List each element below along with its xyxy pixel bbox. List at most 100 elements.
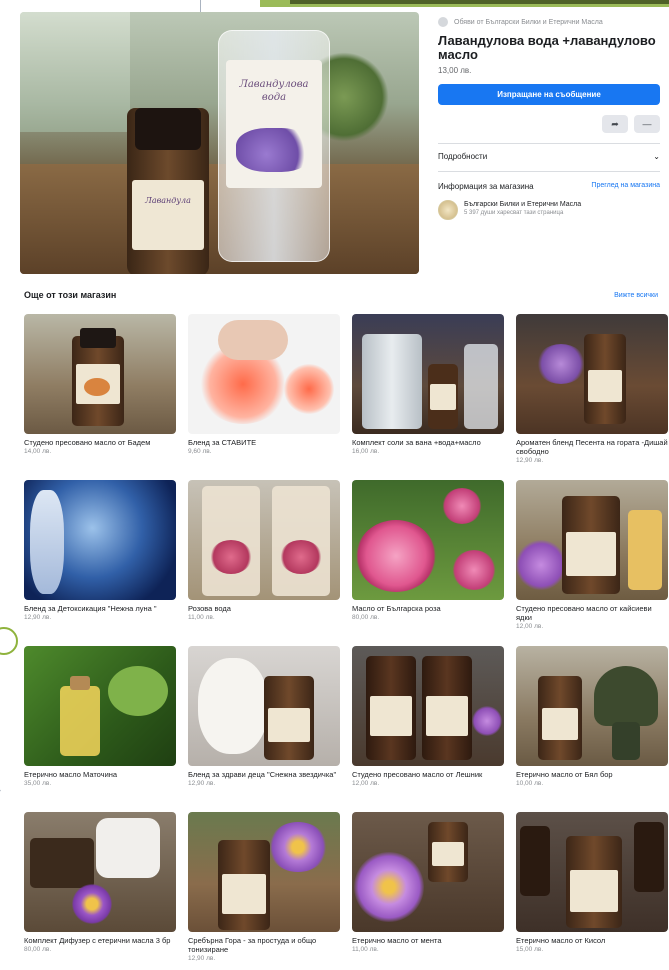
thumb-flower	[536, 344, 586, 384]
product-card-price: 14,00 лв.	[24, 448, 52, 455]
slide-decoration-line	[0, 789, 1, 824]
product-thumbnail	[188, 812, 340, 932]
thumb-jar	[362, 334, 422, 429]
thumb-gift-box	[30, 838, 94, 888]
product-card-price: 12,00 лв.	[352, 780, 380, 787]
product-card[interactable]: Бленд за Детоксикация "Нежна луна " 12,9…	[24, 480, 176, 646]
slide-accent-bar-dark	[290, 0, 669, 4]
product-card-title: Комплект Дифузер с етерични масла 3 бр	[24, 936, 171, 945]
product-card-price: 35,00 лв.	[24, 780, 52, 787]
product-card[interactable]: Етерично масло от Бял бор 10,00 лв.	[516, 646, 668, 812]
product-card-price: 12,90 лв.	[188, 955, 216, 962]
product-card[interactable]: Бленд за здрави деца "Снежна звездичка" …	[188, 646, 340, 812]
see-all-link[interactable]: Вижте всички	[614, 292, 658, 299]
thumb-moon-figure	[30, 490, 64, 594]
thumb-leaf	[108, 666, 168, 716]
thumb-vial	[60, 686, 100, 756]
thumb-rose	[442, 488, 482, 524]
breadcrumb[interactable]: Обяви от Български Билки и Етерични Масл…	[438, 16, 660, 28]
product-card-title: Етерично масло от Кисол	[516, 936, 606, 945]
send-message-button[interactable]: Изпращане на съобщение	[438, 84, 660, 105]
seller-avatar	[438, 200, 458, 220]
product-thumbnail	[352, 314, 504, 434]
product-thumbnail	[188, 480, 340, 600]
product-card-price: 11,00 лв.	[352, 946, 379, 953]
product-thumbnail	[516, 646, 668, 766]
oil-bottle-cap	[135, 108, 201, 150]
product-card[interactable]: Етерично масло Маточина 35,00 лв.	[24, 646, 176, 812]
details-label: Подробности	[438, 152, 488, 161]
thumb-toy	[198, 658, 268, 754]
seller-info-label: Информация за магазина	[438, 182, 534, 191]
thumb-bottle-label	[430, 384, 456, 410]
product-card[interactable]: Комплект соли за вана +вода+масло 16,00 …	[352, 314, 504, 480]
oil-bottle-label	[132, 180, 204, 250]
spray-bottle-label-text: Лавандулова вода	[239, 79, 309, 103]
photo-window	[20, 12, 130, 132]
thumb-bottle-cap	[80, 328, 116, 348]
product-thumbnail	[352, 480, 504, 600]
more-from-store-heading: Още от този магазин	[24, 290, 117, 300]
thumb-flower	[72, 884, 112, 924]
product-card-title: Розова вода	[188, 604, 231, 613]
product-thumbnail	[24, 646, 176, 766]
product-card[interactable]: Етерично масло от Кисол 15,00 лв.	[516, 812, 668, 970]
details-row[interactable]: Подробности ⌄	[438, 152, 660, 161]
product-thumbnail	[24, 314, 176, 434]
product-card-price: 10,00 лв.	[516, 780, 544, 787]
action-icons: ➦ —	[438, 115, 660, 133]
product-thumbnail	[516, 812, 668, 932]
product-card[interactable]: Ароматен бленд Песента на гората -Дишай …	[516, 314, 668, 480]
product-card-title: Етерично масло от мента	[352, 936, 442, 945]
product-card-title: Сребърна Гора - за простуда и общо тониз…	[188, 936, 317, 954]
thumb-bottle-label	[570, 870, 618, 912]
thumb-bottle-label	[566, 532, 616, 576]
thumb-spray	[464, 344, 498, 429]
thumb-flower	[472, 706, 502, 736]
product-card[interactable]: Студено пресовано масло от кайсиеви ядки…	[516, 480, 668, 646]
more-from-store-header: Още от този магазин Вижте всички	[24, 290, 658, 300]
product-card-price: 12,00 лв.	[516, 623, 544, 630]
thumb-rose	[452, 550, 496, 590]
share-icon[interactable]: ➦	[602, 115, 628, 133]
product-card[interactable]: Сребърна Гора - за простуда и общо тониз…	[188, 812, 340, 970]
product-card-title: Студено пресовано масло от Лешник	[352, 770, 483, 779]
product-photo[interactable]: Лавандулова вода Лавандула	[20, 12, 419, 274]
product-card-price: 80,00 лв.	[24, 946, 52, 953]
product-card-title: Бленд за СТАВИТЕ	[188, 438, 257, 447]
product-card-price: 9,60 лв.	[188, 448, 212, 455]
thumb-bottle	[634, 822, 664, 892]
seller-card[interactable]: Български Билки и Етерични Масла 5 397 д…	[438, 200, 660, 220]
thumb-almond	[84, 378, 110, 396]
product-card-title: Масло от Българска роза	[352, 604, 441, 613]
product-card-title: Етерично масло Маточина	[24, 770, 118, 779]
divider	[438, 143, 660, 144]
thumb-jar	[628, 510, 662, 590]
product-card[interactable]: Етерично масло от мента 11,00 лв.	[352, 812, 504, 970]
thumb-flower	[516, 540, 566, 590]
product-grid: Студено пресовано масло от Бадем 14,00 л…	[24, 314, 668, 970]
thumb-bottle-label	[542, 708, 578, 740]
thumb-flower	[268, 822, 328, 872]
product-card-price: 12,90 лв.	[24, 614, 52, 621]
product-price: 13,00 лв.	[438, 66, 472, 75]
product-card[interactable]: Комплект Дифузер с етерични масла 3 бр 8…	[24, 812, 176, 970]
product-card-title: Етерично масло от Бял бор	[516, 770, 613, 779]
product-card[interactable]: Розова вода 11,00 лв.	[188, 480, 340, 646]
chevron-down-icon: ⌄	[653, 152, 660, 161]
store-icon	[438, 17, 448, 27]
thumb-rose	[356, 520, 436, 592]
product-card-price: 15,00 лв.	[516, 946, 544, 953]
product-card-price: 80,00 лв.	[352, 614, 380, 621]
view-store-link[interactable]: Преглед на магазина	[591, 182, 660, 192]
product-card-title: Студено пресовано масло от кайсиеви ядки	[516, 604, 652, 622]
product-thumbnail	[516, 480, 668, 600]
lavender-illustration	[236, 128, 312, 172]
thumb-diffuser	[96, 818, 160, 878]
product-card[interactable]: Студено пресовано масло от Бадем 14,00 л…	[24, 314, 176, 480]
more-icon[interactable]: —	[634, 115, 660, 133]
product-card-price: 11,00 лв.	[188, 614, 215, 621]
product-card[interactable]: Студено пресовано масло от Лешник 12,00 …	[352, 646, 504, 812]
product-card[interactable]: Масло от Българска роза 80,00 лв.	[352, 480, 504, 646]
product-card[interactable]: Бленд за СТАВИТЕ 9,60 лв.	[188, 314, 340, 480]
